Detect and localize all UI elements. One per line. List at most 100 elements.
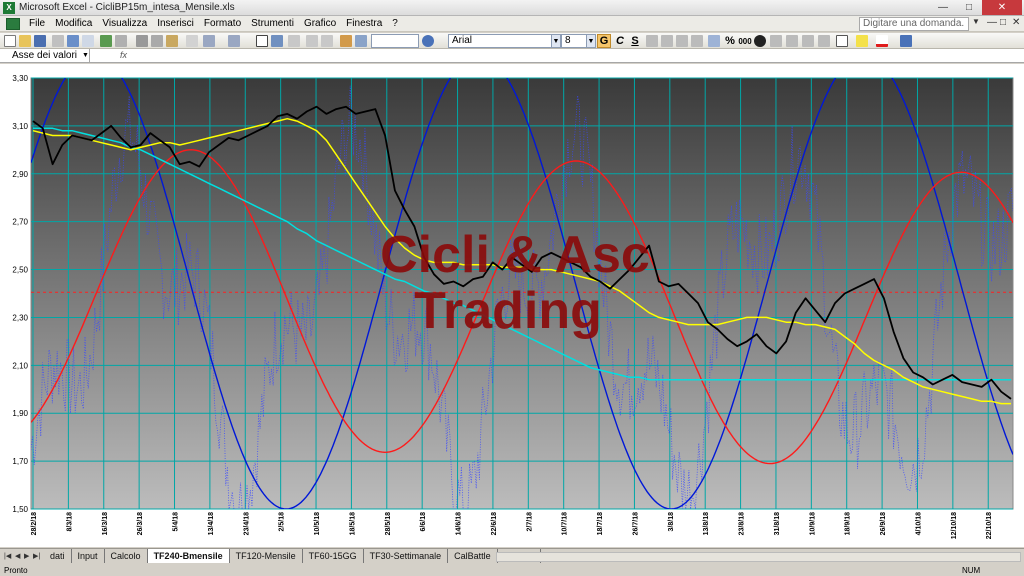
- borders-icon[interactable]: [836, 35, 848, 47]
- sheet-tab-tf60-15gg[interactable]: TF60-15GG: [303, 549, 364, 563]
- chart-area[interactable]: 1,50 1,70 1,90 2,10 2,30 2,50 2,70 2,90 3,10 3,30…: [0, 64, 1024, 547]
- hyperlink-icon[interactable]: [271, 35, 283, 47]
- minimize-icon[interactable]: —: [930, 0, 956, 15]
- last-sheet-icon[interactable]: ▶|: [33, 552, 40, 560]
- menu-visualizza[interactable]: Visualizza: [97, 16, 152, 32]
- menu-grafico[interactable]: Grafico: [299, 16, 341, 32]
- chevron-down-icon[interactable]: ▼: [551, 34, 561, 48]
- zoom-select[interactable]: [371, 34, 419, 48]
- percent-button[interactable]: %: [723, 34, 737, 48]
- merge-center-icon[interactable]: [708, 35, 720, 47]
- format-painter-icon[interactable]: [186, 35, 198, 47]
- autosum-icon[interactable]: [288, 35, 300, 47]
- x-tick-label: 26/7/18: [632, 512, 639, 535]
- decrease-indent-icon[interactable]: [802, 35, 814, 47]
- x-tick-label: 14/6/18: [456, 512, 463, 535]
- menu-finestra[interactable]: Finestra: [341, 16, 387, 32]
- cut-icon[interactable]: [136, 35, 148, 47]
- horizontal-scrollbar[interactable]: [496, 552, 1021, 562]
- chart-icon[interactable]: [340, 35, 352, 47]
- name-box[interactable]: Asse dei valori: [2, 49, 90, 62]
- paste-icon[interactable]: [166, 35, 178, 47]
- sheet-tab-dati[interactable]: dati: [44, 549, 72, 563]
- num-lock-indicator: NUM: [962, 566, 981, 575]
- align-right-icon[interactable]: [676, 35, 688, 47]
- y-tick-label: 2,70: [12, 218, 28, 227]
- decrease-decimal-icon[interactable]: [786, 35, 798, 47]
- chevron-down-icon[interactable]: ▼: [586, 34, 596, 48]
- increase-indent-icon[interactable]: [818, 35, 830, 47]
- sheet-tabs: dati Input Calcolo TF240-Bmensile TF120-Mens…: [44, 549, 541, 564]
- restore-icon[interactable]: □: [1000, 17, 1006, 28]
- align-left-icon[interactable]: [646, 35, 658, 47]
- x-tick-label: 31/8/18: [774, 512, 781, 535]
- x-tick-label: 18/5/18: [349, 512, 356, 535]
- menu-file[interactable]: File: [24, 16, 50, 32]
- first-sheet-icon[interactable]: |◀: [4, 552, 11, 560]
- x-tick-label: 5/4/18: [173, 512, 180, 532]
- watermark-line-1: Cicli & Asc: [380, 226, 650, 284]
- open-icon[interactable]: [19, 35, 31, 47]
- align-center-icon[interactable]: [661, 35, 673, 47]
- font-select[interactable]: Arial: [448, 34, 552, 48]
- underline-button[interactable]: S: [628, 34, 642, 48]
- x-tick-label: 26/9/18: [880, 512, 887, 535]
- sheet-tab-input[interactable]: Input: [72, 549, 105, 563]
- prev-sheet-icon[interactable]: ◀: [15, 552, 20, 560]
- menu-help[interactable]: ?: [387, 16, 403, 32]
- print-icon[interactable]: [67, 35, 79, 47]
- fill-color-icon[interactable]: [856, 35, 868, 47]
- increase-decimal-icon[interactable]: [770, 35, 782, 47]
- menu-inserisci[interactable]: Inserisci: [152, 16, 199, 32]
- cycles-chart[interactable]: 1,50 1,70 1,90 2,10 2,30 2,50 2,70 2,90 3,10 3,30…: [0, 64, 1024, 547]
- workbook-icon[interactable]: [6, 17, 20, 30]
- menu-modifica[interactable]: Modifica: [50, 16, 97, 32]
- justify-icon[interactable]: [691, 35, 703, 47]
- x-tick-label: 8/3/18: [66, 512, 73, 532]
- ask-question-input[interactable]: Digitare una domanda.: [859, 17, 969, 31]
- help-icon[interactable]: [422, 35, 434, 47]
- x-tick-label: 2/7/18: [526, 512, 533, 532]
- sort-descending-icon[interactable]: [321, 35, 333, 47]
- menu-strumenti[interactable]: Strumenti: [246, 16, 299, 32]
- font-color-icon[interactable]: [876, 35, 888, 47]
- sort-ascending-icon[interactable]: [306, 35, 318, 47]
- close-icon[interactable]: ✕: [1012, 17, 1020, 28]
- next-sheet-icon[interactable]: ▶: [24, 552, 29, 560]
- x-tick-label: 28/5/18: [385, 512, 392, 535]
- spelling-icon[interactable]: [100, 35, 112, 47]
- drawing-icon[interactable]: [355, 35, 367, 47]
- close-icon[interactable]: ✕: [982, 0, 1022, 15]
- preview-icon[interactable]: [82, 35, 94, 47]
- italic-button[interactable]: C: [613, 34, 627, 48]
- chevron-down-icon[interactable]: ▼: [972, 17, 980, 26]
- window-title: Microsoft Excel - CicliBP15m_intesa_Mens…: [19, 2, 235, 13]
- bold-button[interactable]: G: [597, 34, 611, 48]
- redo-icon[interactable]: [228, 35, 240, 47]
- fx-icon[interactable]: fx: [120, 49, 127, 62]
- undo-icon[interactable]: [203, 35, 215, 47]
- new-icon[interactable]: [4, 35, 16, 47]
- sheet-tab-calcolo[interactable]: Calcolo: [105, 549, 148, 563]
- research-icon[interactable]: [115, 35, 127, 47]
- menu-bar: File Modifica Visualizza Inserisci Forma…: [0, 16, 1024, 32]
- menu-formato[interactable]: Formato: [199, 16, 246, 32]
- copy-icon[interactable]: [151, 35, 163, 47]
- save-icon[interactable]: [34, 35, 46, 47]
- sheet-tab-calbattle[interactable]: CalBattle: [448, 549, 498, 563]
- y-tick-label: 1,70: [12, 457, 28, 466]
- minimize-icon[interactable]: —: [987, 17, 997, 28]
- toolbar-options-icon[interactable]: [900, 35, 912, 47]
- permission-icon[interactable]: [52, 35, 64, 47]
- excel-window: X Microsoft Excel - CicliBP15m_intesa_Me…: [0, 0, 1024, 576]
- x-tick-label: 18/9/18: [845, 512, 852, 535]
- sheet-tab-tf120-mensile[interactable]: TF120-Mensile: [230, 549, 303, 563]
- euro-icon[interactable]: [754, 35, 766, 47]
- chevron-down-icon[interactable]: ▼: [82, 49, 89, 62]
- maximize-icon[interactable]: □: [956, 0, 982, 15]
- sheet-tab-tf30-settimanale[interactable]: TF30-Settimanale: [364, 549, 449, 563]
- thousands-button[interactable]: 000: [738, 34, 752, 48]
- font-size-select[interactable]: 8: [561, 34, 587, 48]
- chart-wizard-icon[interactable]: [256, 35, 268, 47]
- sheet-tab-tf240-bmensile[interactable]: TF240-Bmensile: [147, 549, 230, 563]
